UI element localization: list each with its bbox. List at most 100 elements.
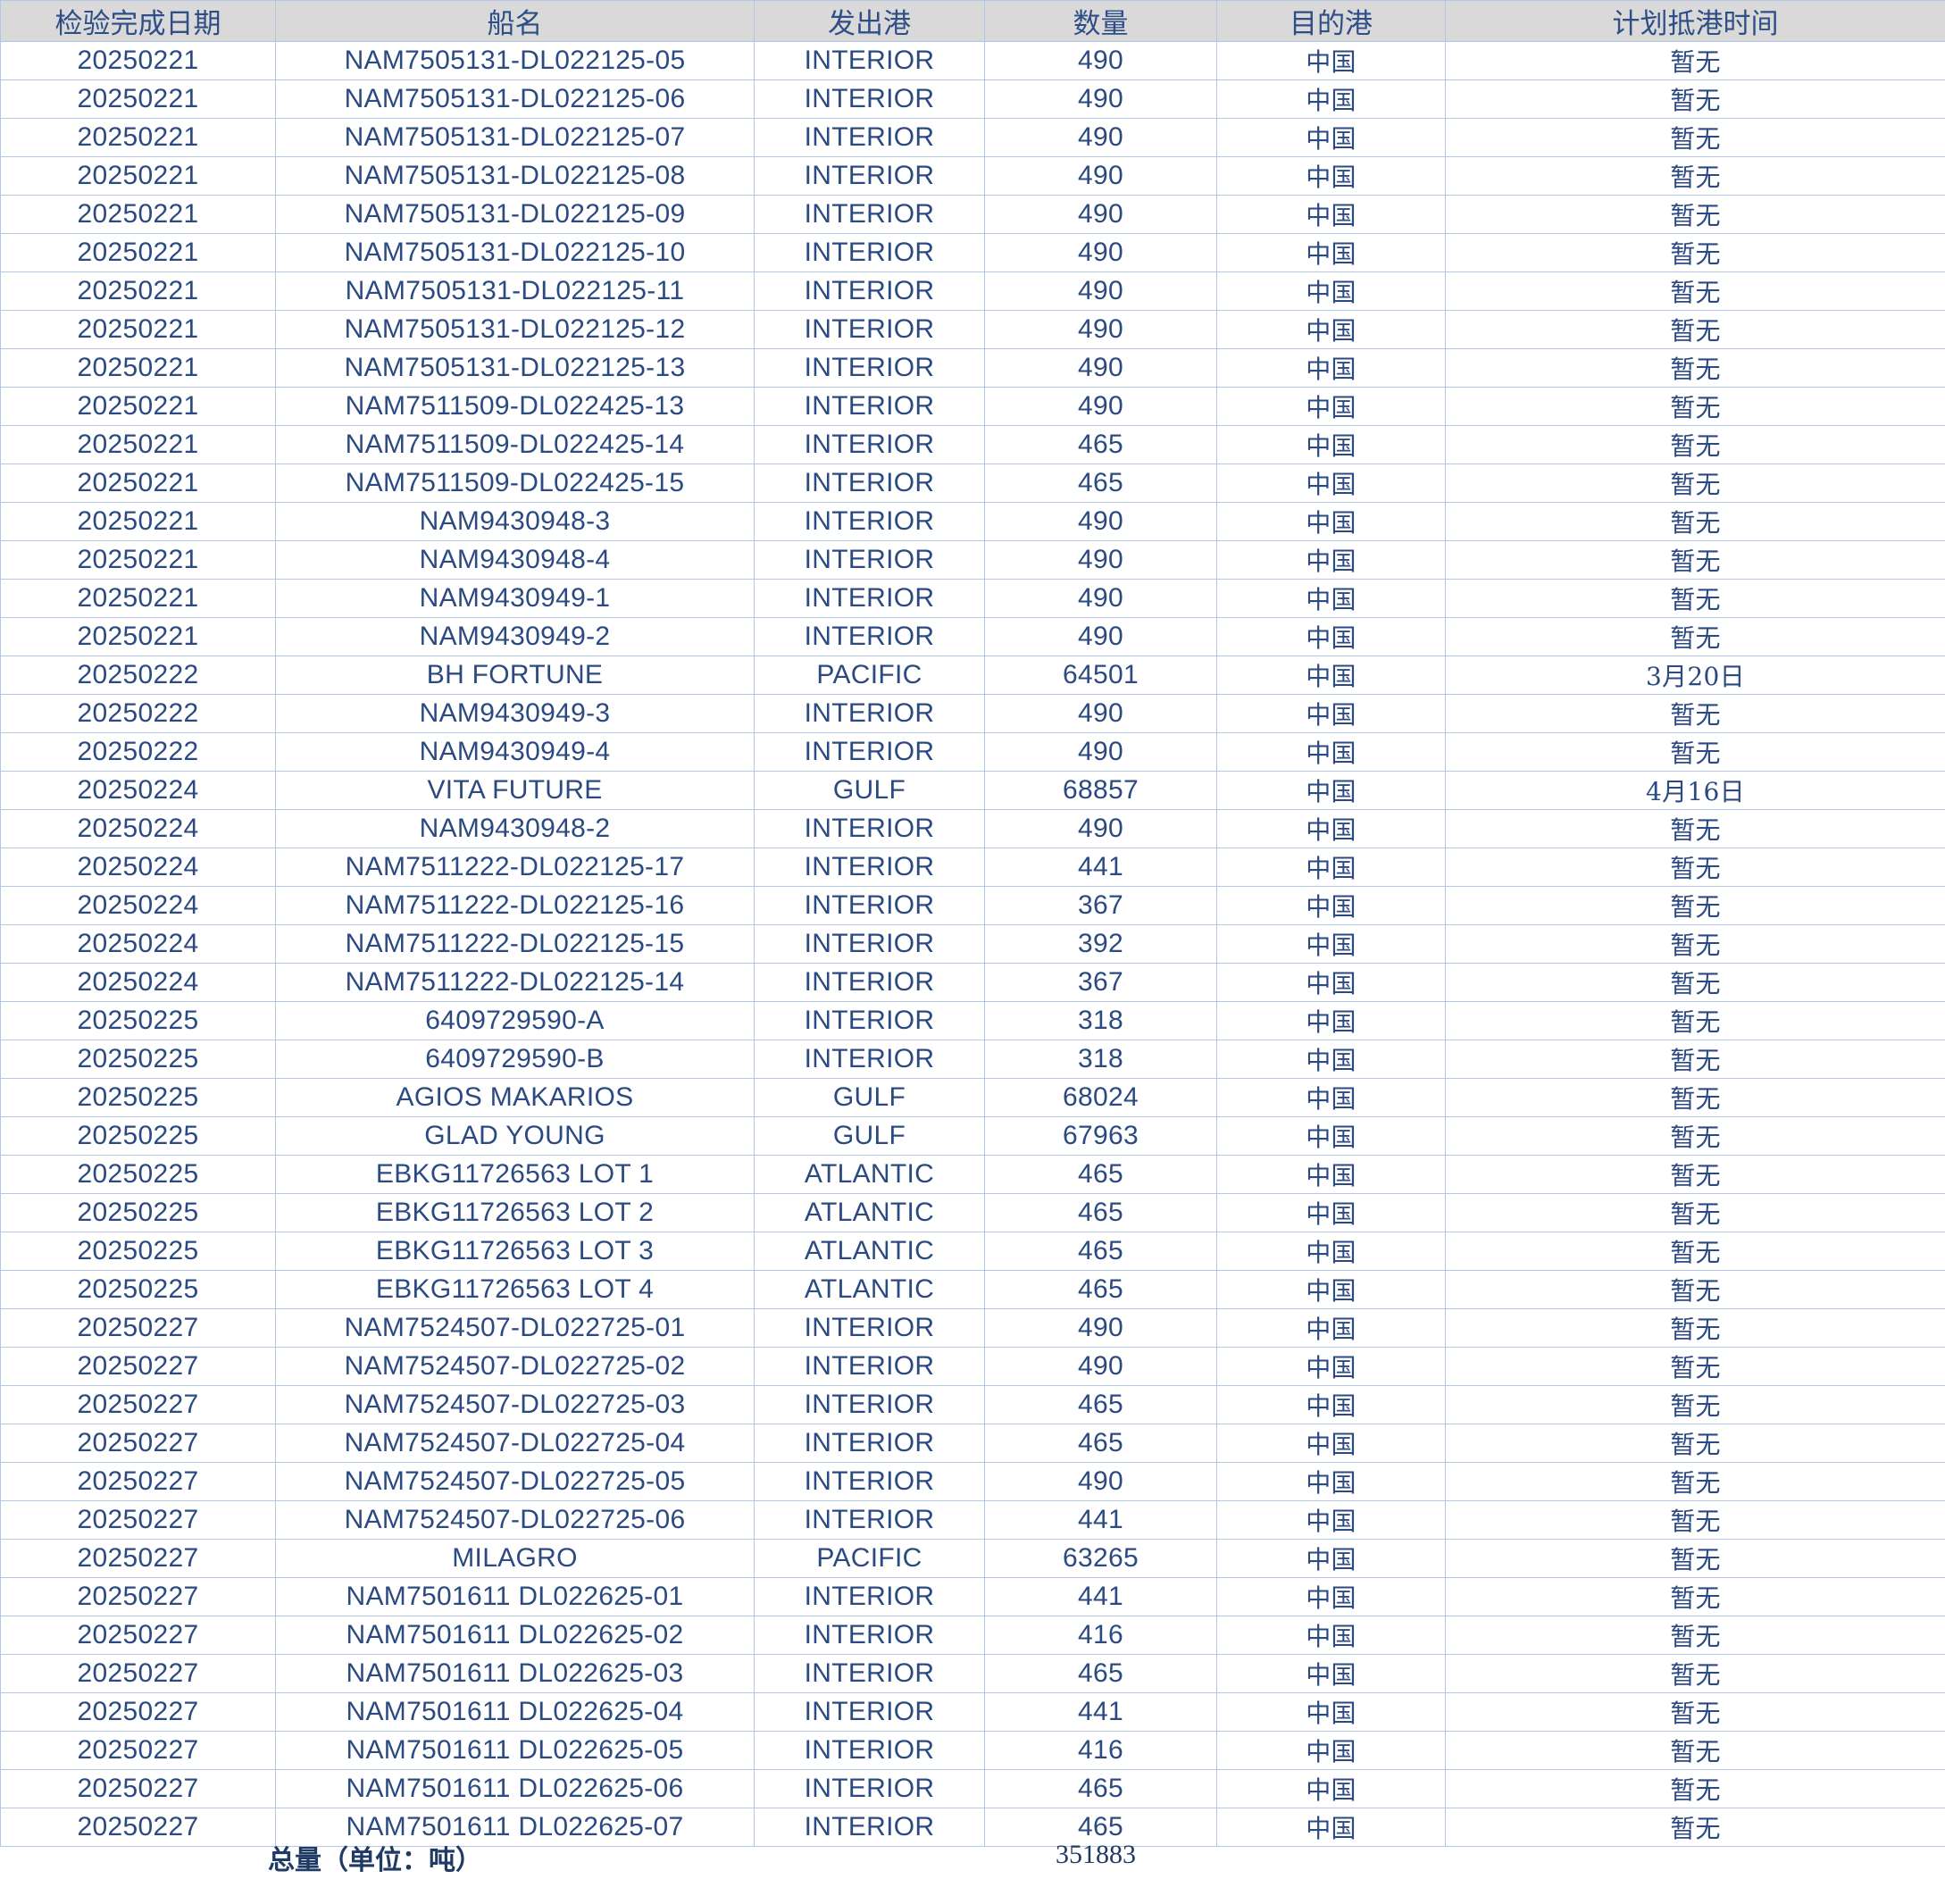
cell-inspection-date[interactable]: 20250227 — [0, 1577, 276, 1616]
cell-destination-port[interactable]: 中国 — [1216, 1078, 1446, 1117]
cell-vessel-name[interactable]: NAM7511222-DL022125-16 — [275, 886, 755, 925]
cell-vessel-name[interactable]: NAM7511509-DL022425-13 — [275, 387, 755, 426]
table-row[interactable]: 20250224 NAM7511222-DL022125-16 INTERIOR 36… — [0, 886, 1945, 925]
cell-planned-arrival[interactable]: 暂无 — [1445, 1385, 1945, 1424]
cell-inspection-date[interactable]: 20250225 — [0, 1193, 276, 1232]
table-row[interactable]: 20250224 NAM7511222-DL022125-14 INTERIOR 36… — [0, 963, 1945, 1002]
cell-departure-port[interactable]: ATLANTIC — [754, 1270, 985, 1309]
cell-vessel-name[interactable]: NAM7501611 DL022625-01 — [275, 1577, 755, 1616]
cell-departure-port[interactable]: INTERIOR — [754, 579, 985, 618]
table-row[interactable]: 20250225 6409729590-A INTERIOR 318 中国 暂无 — [0, 1001, 1945, 1040]
cell-planned-arrival[interactable]: 暂无 — [1445, 1539, 1945, 1578]
cell-vessel-name[interactable]: NAM7505131-DL022125-09 — [275, 195, 755, 234]
cell-quantity[interactable]: 490 — [984, 579, 1217, 618]
cell-departure-port[interactable]: INTERIOR — [754, 425, 985, 464]
cell-inspection-date[interactable]: 20250224 — [0, 771, 276, 810]
cell-departure-port[interactable]: ATLANTIC — [754, 1232, 985, 1271]
cell-departure-port[interactable]: INTERIOR — [754, 1462, 985, 1501]
cell-destination-port[interactable]: 中国 — [1216, 118, 1446, 157]
cell-vessel-name[interactable]: BH FORTUNE — [275, 656, 755, 695]
cell-planned-arrival[interactable]: 暂无 — [1445, 1270, 1945, 1309]
cell-quantity[interactable]: 490 — [984, 271, 1217, 311]
table-row[interactable]: 20250224 NAM7511222-DL022125-17 INTERIOR 44… — [0, 848, 1945, 887]
cell-quantity[interactable]: 465 — [984, 1232, 1217, 1271]
cell-quantity[interactable]: 490 — [984, 387, 1217, 426]
cell-planned-arrival[interactable]: 暂无 — [1445, 425, 1945, 464]
cell-planned-arrival[interactable]: 暂无 — [1445, 387, 1945, 426]
cell-planned-arrival[interactable]: 暂无 — [1445, 195, 1945, 234]
cell-quantity[interactable]: 416 — [984, 1731, 1217, 1770]
cell-inspection-date[interactable]: 20250227 — [0, 1347, 276, 1386]
cell-planned-arrival[interactable]: 暂无 — [1445, 41, 1945, 80]
header-inspection-date[interactable]: 检验完成日期 — [0, 0, 276, 42]
cell-departure-port[interactable]: INTERIOR — [754, 848, 985, 887]
cell-departure-port[interactable]: INTERIOR — [754, 1616, 985, 1655]
table-row[interactable]: 20250227 NAM7501611 DL022625-04 INTERIOR 44… — [0, 1692, 1945, 1732]
cell-vessel-name[interactable]: GLAD YOUNG — [275, 1116, 755, 1156]
cell-planned-arrival[interactable]: 暂无 — [1445, 118, 1945, 157]
cell-planned-arrival[interactable]: 暂无 — [1445, 348, 1945, 388]
cell-inspection-date[interactable]: 20250221 — [0, 156, 276, 196]
cell-inspection-date[interactable]: 20250224 — [0, 886, 276, 925]
cell-quantity[interactable]: 68024 — [984, 1078, 1217, 1117]
cell-departure-port[interactable]: INTERIOR — [754, 1692, 985, 1732]
cell-inspection-date[interactable]: 20250227 — [0, 1385, 276, 1424]
table-row[interactable]: 20250221 NAM7505131-DL022125-10 INTERIOR 49… — [0, 233, 1945, 272]
cell-departure-port[interactable]: INTERIOR — [754, 118, 985, 157]
cell-planned-arrival[interactable]: 暂无 — [1445, 1001, 1945, 1040]
cell-inspection-date[interactable]: 20250225 — [0, 1270, 276, 1309]
cell-planned-arrival[interactable]: 暂无 — [1445, 79, 1945, 119]
cell-vessel-name[interactable]: NAM7524507-DL022725-03 — [275, 1385, 755, 1424]
cell-planned-arrival[interactable]: 暂无 — [1445, 1116, 1945, 1156]
cell-departure-port[interactable]: INTERIOR — [754, 1385, 985, 1424]
cell-departure-port[interactable]: GULF — [754, 1078, 985, 1117]
cell-vessel-name[interactable]: NAM7505131-DL022125-11 — [275, 271, 755, 311]
table-row[interactable]: 20250225 GLAD YOUNG GULF 67963 中国 暂无 — [0, 1116, 1945, 1156]
table-row[interactable]: 20250221 NAM7505131-DL022125-07 INTERIOR 49… — [0, 118, 1945, 157]
cell-planned-arrival[interactable]: 暂无 — [1445, 1616, 1945, 1655]
cell-inspection-date[interactable]: 20250221 — [0, 310, 276, 349]
cell-inspection-date[interactable]: 20250221 — [0, 79, 276, 119]
cell-departure-port[interactable]: INTERIOR — [754, 809, 985, 848]
cell-planned-arrival[interactable]: 暂无 — [1445, 1731, 1945, 1770]
cell-quantity[interactable]: 441 — [984, 848, 1217, 887]
cell-destination-port[interactable]: 中国 — [1216, 579, 1446, 618]
cell-inspection-date[interactable]: 20250227 — [0, 1769, 276, 1808]
cell-inspection-date[interactable]: 20250227 — [0, 1731, 276, 1770]
cell-vessel-name[interactable]: NAM7501611 DL022625-02 — [275, 1616, 755, 1655]
cell-quantity[interactable]: 490 — [984, 809, 1217, 848]
cell-departure-port[interactable]: INTERIOR — [754, 156, 985, 196]
cell-planned-arrival[interactable]: 暂无 — [1445, 310, 1945, 349]
cell-vessel-name[interactable]: 6409729590-B — [275, 1040, 755, 1079]
cell-departure-port[interactable]: INTERIOR — [754, 1001, 985, 1040]
cell-vessel-name[interactable]: NAM7511509-DL022425-15 — [275, 463, 755, 503]
cell-planned-arrival[interactable]: 暂无 — [1445, 1654, 1945, 1693]
cell-quantity[interactable]: 490 — [984, 348, 1217, 388]
cell-quantity[interactable]: 490 — [984, 1462, 1217, 1501]
cell-planned-arrival[interactable]: 3月20日 — [1445, 656, 1945, 695]
cell-vessel-name[interactable]: 6409729590-A — [275, 1001, 755, 1040]
cell-quantity[interactable]: 490 — [984, 310, 1217, 349]
cell-departure-port[interactable]: INTERIOR — [754, 540, 985, 580]
cell-planned-arrival[interactable]: 4月16日 — [1445, 771, 1945, 810]
cell-vessel-name[interactable]: NAM7501611 DL022625-05 — [275, 1731, 755, 1770]
cell-vessel-name[interactable]: NAM7505131-DL022125-13 — [275, 348, 755, 388]
cell-planned-arrival[interactable]: 暂无 — [1445, 1347, 1945, 1386]
cell-vessel-name[interactable]: NAM9430948-3 — [275, 502, 755, 541]
table-row[interactable]: 20250221 NAM7505131-DL022125-06 INTERIOR 49… — [0, 79, 1945, 119]
cell-departure-port[interactable]: INTERIOR — [754, 233, 985, 272]
cell-vessel-name[interactable]: NAM7505131-DL022125-08 — [275, 156, 755, 196]
table-row[interactable]: 20250221 NAM9430949-2 INTERIOR 490 中国 暂无 — [0, 617, 1945, 656]
cell-destination-port[interactable]: 中国 — [1216, 463, 1446, 503]
cell-quantity[interactable]: 490 — [984, 694, 1217, 733]
cell-inspection-date[interactable]: 20250227 — [0, 1462, 276, 1501]
cell-vessel-name[interactable]: NAM7524507-DL022725-04 — [275, 1424, 755, 1463]
cell-inspection-date[interactable]: 20250221 — [0, 271, 276, 311]
cell-inspection-date[interactable]: 20250222 — [0, 732, 276, 772]
cell-quantity[interactable]: 490 — [984, 732, 1217, 772]
cell-inspection-date[interactable]: 20250221 — [0, 41, 276, 80]
cell-planned-arrival[interactable]: 暂无 — [1445, 732, 1945, 772]
cell-departure-port[interactable]: INTERIOR — [754, 1769, 985, 1808]
cell-quantity[interactable]: 64501 — [984, 656, 1217, 695]
cell-quantity[interactable]: 490 — [984, 502, 1217, 541]
